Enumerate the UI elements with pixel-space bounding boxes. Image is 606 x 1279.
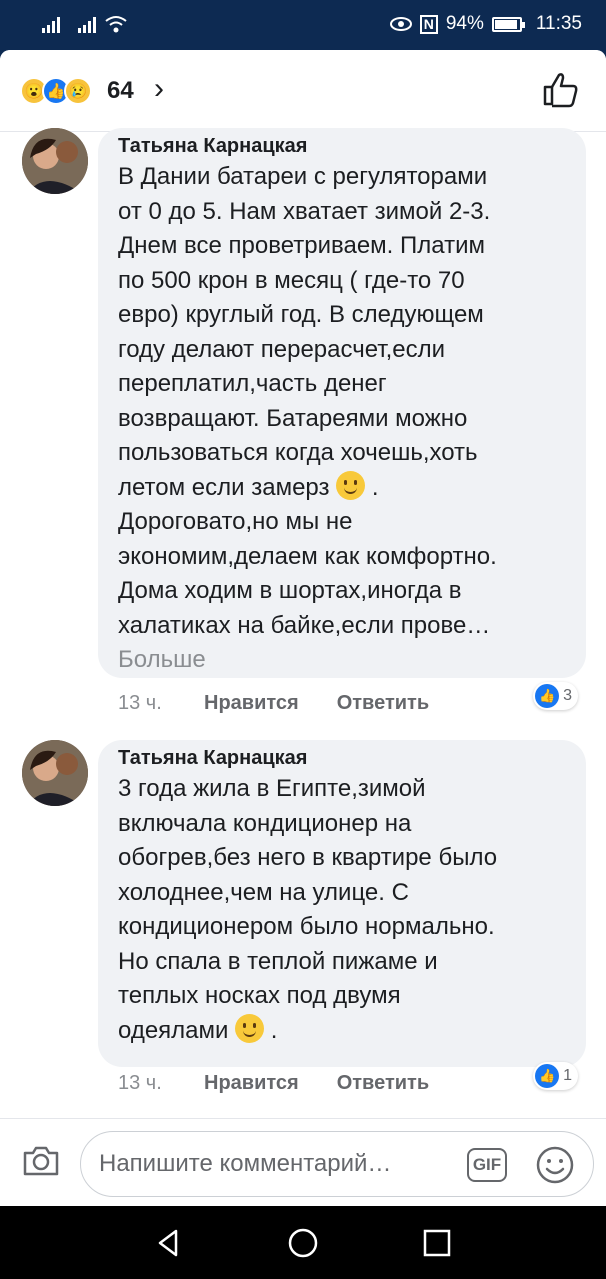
- comment-line: Днем все проветриваем. Платим: [118, 232, 485, 259]
- status-right: N 94% 11:35: [389, 13, 582, 35]
- comment-line-suffix: .: [365, 473, 379, 501]
- comment-like-count[interactable]: 👍 1: [533, 1062, 578, 1090]
- comment-line: кондиционером было нормально.: [118, 913, 495, 940]
- gif-button[interactable]: GIF: [467, 1148, 507, 1182]
- comment-input-placeholder: Напишите комментарий…: [99, 1150, 392, 1177]
- back-icon[interactable]: [152, 1226, 186, 1260]
- comment-line: Дома ходим в шортах,иногда в: [118, 577, 462, 604]
- see-more-link[interactable]: Больше: [118, 643, 566, 677]
- comment-line: году делают перерасчет,если: [118, 335, 446, 363]
- smile-emoji-icon: [235, 1013, 265, 1043]
- camera-icon[interactable]: [22, 1145, 60, 1177]
- comment-line: В Дании батареи с регуляторами: [118, 163, 488, 190]
- comment-line: холоднее,чем на улице. С: [118, 878, 409, 906]
- comment-line: одеялами .: [118, 1013, 566, 1049]
- comment-line: по 500 крон в месяц ( где-то 70: [118, 266, 465, 294]
- chevron-right-icon[interactable]: ›: [154, 72, 164, 106]
- smile-emoji-icon: [336, 470, 366, 500]
- comment-like-count[interactable]: 👍 3: [533, 682, 578, 710]
- emoji-picker-icon[interactable]: [535, 1145, 575, 1185]
- comment-line: теплых носках под двумя: [118, 982, 401, 1009]
- eye-icon: [389, 17, 412, 31]
- home-icon[interactable]: [286, 1226, 320, 1260]
- reaction-icons[interactable]: 😮 👍 😢: [20, 77, 92, 105]
- comment-line: евро) круглый год. В следующем: [118, 301, 484, 328]
- comment-line-text: одеялами: [118, 1016, 229, 1044]
- clock: 11:35: [535, 13, 582, 34]
- comment-text: 3 года жила в Египте,зимой включала конд…: [118, 772, 566, 1048]
- comment-text: В Дании батареи с регуляторами от 0 до 5…: [118, 160, 566, 643]
- comment-line: халатиках на байке,если прове…: [118, 611, 491, 639]
- signal-icon-2: [78, 15, 96, 33]
- comment-actions: 13 ч. Нравится Ответить: [118, 692, 467, 715]
- comment-time: 13 ч.: [118, 692, 162, 714]
- comment-line-text: летом если замерз: [118, 473, 330, 501]
- like-button[interactable]: Нравится: [204, 1072, 299, 1095]
- signal-icon: [42, 15, 60, 33]
- like-icon: 👍: [535, 684, 560, 708]
- battery-icon: [491, 16, 525, 32]
- reply-button[interactable]: Ответить: [337, 692, 429, 715]
- status-bar: N 94% 11:35: [0, 0, 606, 50]
- avatar[interactable]: [22, 128, 88, 194]
- comment-line-suffix: .: [264, 1016, 278, 1044]
- like-count: 1: [563, 1067, 572, 1084]
- comment-line: пользоваться когда хочешь,хоть: [118, 439, 478, 466]
- comment-line: экономим,делаем как комфортно.: [118, 542, 497, 570]
- comment-line: Дороговато,но мы не: [118, 508, 353, 535]
- comment-line: Но спала в теплой пижаме и: [118, 947, 438, 975]
- comment-bubble[interactable]: Татьяна Карнацкая В Дании батареи с регу…: [98, 128, 586, 678]
- comment-input[interactable]: Напишите комментарий… GIF: [80, 1131, 594, 1197]
- system-nav-bar: [0, 1206, 606, 1279]
- comment-author[interactable]: Татьяна Карнацкая: [118, 744, 566, 772]
- sad-icon: 😢: [64, 77, 92, 105]
- like-count: 3: [563, 687, 572, 704]
- like-post-button[interactable]: [542, 70, 580, 108]
- comment-author[interactable]: Татьяна Карнацкая: [118, 132, 566, 160]
- comment-line: переплатил,часть денег: [118, 370, 387, 397]
- reply-button[interactable]: Ответить: [337, 1072, 429, 1095]
- wifi-icon: [105, 16, 127, 33]
- comment-line: 3 года жила в Египте,зимой: [118, 775, 426, 802]
- battery-percent: 94%: [445, 13, 484, 34]
- comment-line: летом если замерз .: [118, 470, 566, 506]
- like-button[interactable]: Нравится: [204, 692, 299, 715]
- like-icon: 👍: [535, 1064, 560, 1088]
- nfc-icon: N: [419, 14, 438, 34]
- comment-actions: 13 ч. Нравится Ответить: [118, 1072, 467, 1095]
- comment-line: от 0 до 5. Нам хватает зимой 2-3.: [118, 197, 491, 225]
- comment-bubble[interactable]: Татьяна Карнацкая 3 года жила в Египте,з…: [98, 740, 586, 1067]
- comment-line: обогрев,без него в квартире было: [118, 844, 498, 871]
- reaction-count[interactable]: 64: [107, 77, 134, 105]
- avatar[interactable]: [22, 740, 88, 806]
- comment-time: 13 ч.: [118, 1072, 162, 1094]
- reactions-bar[interactable]: 😮 👍 😢 64 ›: [0, 50, 606, 132]
- comment-line: возвращают. Батареями можно: [118, 404, 468, 432]
- comment-composer: Напишите комментарий… GIF: [0, 1118, 606, 1206]
- comments-screen: 😮 👍 😢 64 › Татьяна Карнацкая В Дании бат…: [0, 50, 606, 1206]
- comment-line: включала кондиционер на: [118, 809, 412, 837]
- recents-icon[interactable]: [420, 1226, 454, 1260]
